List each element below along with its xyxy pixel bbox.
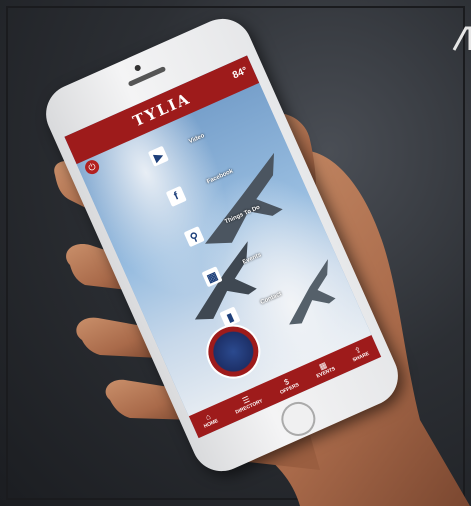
menu-item-label: Video — [188, 133, 206, 146]
tab-label: HOME — [203, 418, 220, 430]
menu-item-label: Contact — [259, 291, 283, 306]
tab-offers[interactable]: $ OFFERS — [276, 374, 301, 397]
menu-item-label: Events — [241, 252, 263, 266]
tab-events[interactable]: ▦ EVENTS — [312, 358, 337, 381]
tab-share[interactable]: ⇪ SHARE — [348, 343, 371, 365]
weather-temperature: 84° — [231, 65, 250, 82]
tab-home[interactable]: ⌂ HOME — [199, 410, 219, 431]
